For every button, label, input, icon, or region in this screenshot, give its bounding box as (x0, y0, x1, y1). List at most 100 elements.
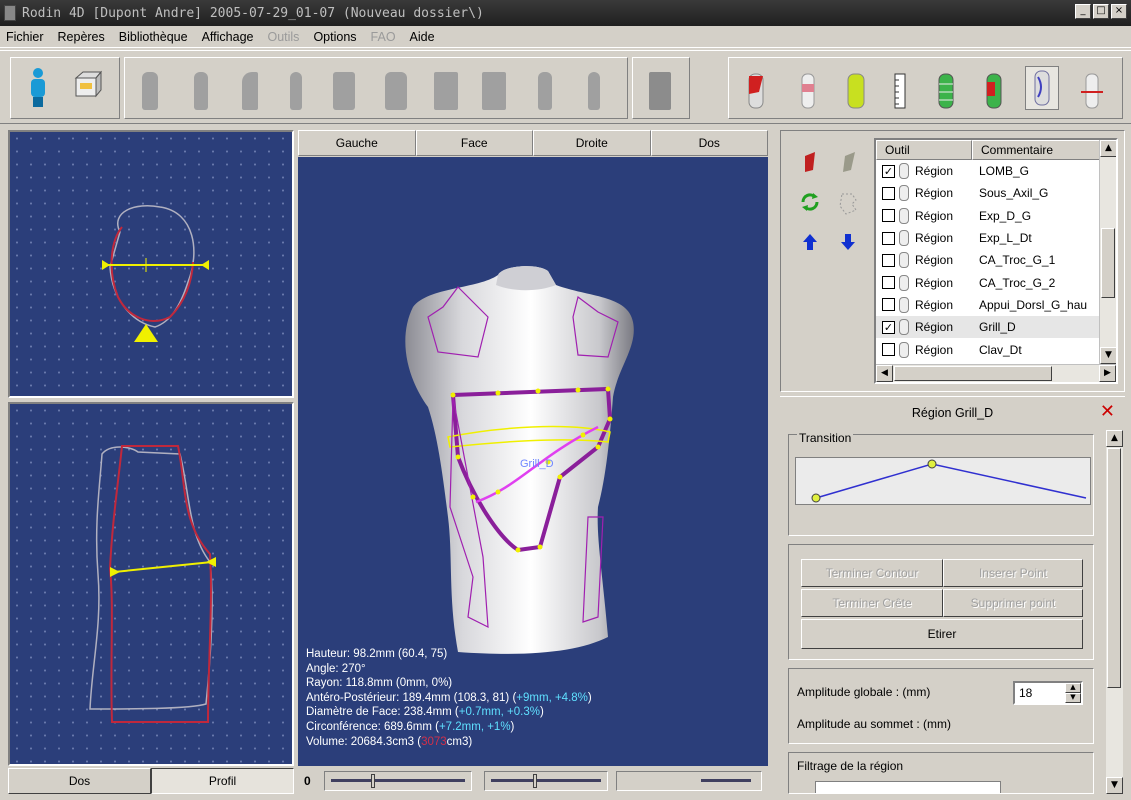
list-item-selected[interactable]: ✓ Région Grill_D (876, 316, 1116, 339)
scroll-right-icon[interactable]: ▶ (1099, 365, 1116, 382)
menu-fichier[interactable]: Fichier (6, 30, 44, 44)
minimize-button[interactable]: _ (1075, 4, 1091, 19)
slider-2[interactable] (484, 771, 608, 791)
scroll-down-icon[interactable]: ▼ (1100, 347, 1116, 364)
scroll-left-icon[interactable]: ◀ (876, 365, 893, 382)
transition-point[interactable] (927, 459, 937, 469)
close-button[interactable]: × (1111, 4, 1127, 19)
measurement-antero-posterieur: Antéro-Postérieur: 189.4mm (108.3, 81) (… (306, 691, 592, 704)
menu-fao[interactable]: FAO (371, 30, 396, 44)
torso-shape-6-icon[interactable] (383, 72, 409, 110)
gray-region-tool-icon[interactable] (836, 150, 860, 174)
list-item[interactable]: Région CA_Troc_G_1 (876, 249, 1116, 271)
torso-shape-9-icon[interactable] (533, 72, 559, 110)
region-list[interactable]: Outil Commentaire ✓ Région LOMB_G Région So… (874, 138, 1118, 384)
region-cut-icon[interactable] (1079, 72, 1105, 110)
checkbox[interactable] (882, 343, 895, 357)
checkbox[interactable] (882, 253, 895, 267)
slider-3[interactable] (616, 771, 762, 791)
region-green-red-icon[interactable] (981, 72, 1007, 110)
tab-gauche[interactable]: Gauche (298, 130, 416, 156)
checkbox[interactable] (882, 186, 895, 200)
amplitude-globale-stepper[interactable]: 18 ▲ ▼ (1013, 681, 1083, 705)
checkbox[interactable] (882, 298, 895, 312)
scroll-down-icon[interactable]: ▼ (1106, 777, 1123, 794)
region-list-scrollbar[interactable]: ▲ ▼ (1099, 140, 1116, 364)
scan-box-icon[interactable] (73, 70, 103, 108)
column-outil[interactable]: Outil (876, 140, 972, 160)
region-red-icon[interactable] (743, 72, 769, 110)
list-item[interactable]: Région Clav_Dt (876, 338, 1116, 360)
tab-dos-3d[interactable]: Dos (650, 130, 768, 156)
list-item[interactable]: Région Exp_L_Dt (876, 227, 1116, 249)
3d-view[interactable]: Grill_D Hauteur: 98.2mm (60.4, 75) Angle… (298, 157, 768, 766)
supprimer-point-button[interactable]: Supprimer point (943, 589, 1083, 617)
torso-shape-7-icon[interactable] (433, 72, 459, 110)
menu-reperes[interactable]: Repères (58, 30, 105, 44)
close-region-icon[interactable]: ✕ (1100, 401, 1115, 422)
checkbox[interactable] (882, 276, 895, 290)
profile-view[interactable] (8, 402, 294, 766)
menu-outils[interactable]: Outils (267, 30, 299, 44)
checkbox[interactable] (882, 209, 895, 223)
tab-profil[interactable]: Profil (151, 768, 294, 794)
torso-shape-10-icon[interactable] (583, 72, 609, 110)
list-item[interactable]: Région CA_Troc_G_2 (876, 271, 1116, 293)
torso-shape-3-icon[interactable] (237, 72, 263, 110)
refresh-icon[interactable] (798, 190, 822, 214)
scroll-thumb[interactable] (1107, 448, 1121, 688)
list-item[interactable]: Région Exp_D_G (876, 205, 1116, 227)
top-view[interactable] (8, 130, 294, 398)
region-yellow-icon[interactable] (843, 72, 869, 110)
list-item[interactable]: Région Sous_Axil_G (876, 182, 1116, 204)
region-selected-icon[interactable] (1025, 66, 1059, 110)
transition-point[interactable] (811, 493, 821, 503)
region-green-icon[interactable] (933, 72, 959, 110)
increment-icon[interactable]: ▲ (1065, 683, 1081, 693)
checkbox[interactable]: ✓ (882, 164, 895, 178)
torso-shape-4-icon[interactable] (285, 72, 311, 110)
scroll-thumb[interactable] (1101, 228, 1115, 298)
decrement-icon[interactable]: ▼ (1065, 693, 1081, 703)
region-panel-scrollbar[interactable]: ▲ ▼ (1106, 430, 1123, 794)
hscroll-thumb[interactable] (894, 366, 1052, 381)
menu-options[interactable]: Options (313, 30, 356, 44)
terminer-crete-button[interactable]: Terminer Crête (801, 589, 943, 617)
region-list-hscrollbar[interactable]: ◀ ▶ (876, 364, 1116, 382)
patient-icon[interactable] (25, 66, 51, 107)
filtrage-select[interactable] (815, 781, 1001, 793)
tab-dos[interactable]: Dos (8, 768, 151, 794)
torso-shape-5-icon[interactable] (331, 72, 357, 110)
scroll-up-icon[interactable]: ▲ (1100, 140, 1116, 157)
torso-shape-2-icon[interactable] (189, 72, 215, 110)
amplitude-group: Amplitude globale : (mm) 18 ▲ ▼ Amplitude… (788, 668, 1094, 744)
tab-droite[interactable]: Droite (533, 130, 651, 156)
transition-curve-editor[interactable] (795, 457, 1091, 505)
main-toolbar (0, 50, 1131, 124)
tab-face[interactable]: Face (415, 130, 533, 156)
checkbox[interactable] (882, 231, 895, 245)
etirer-button[interactable]: Etirer (801, 619, 1083, 649)
move-down-icon[interactable] (836, 230, 860, 254)
menu-aide[interactable]: Aide (410, 30, 435, 44)
checkbox[interactable]: ✓ (882, 320, 895, 334)
terminer-contour-button[interactable]: Terminer Contour (801, 559, 943, 587)
column-commentaire[interactable]: Commentaire (972, 140, 1100, 160)
menu-bibliotheque[interactable]: Bibliothèque (119, 30, 188, 44)
red-region-tool-icon[interactable] (798, 150, 822, 174)
scroll-up-icon[interactable]: ▲ (1106, 430, 1123, 447)
torso-shape-1-icon[interactable] (137, 72, 163, 110)
region-pink-icon[interactable] (795, 72, 821, 110)
amplitude-globale-value[interactable]: 18 (1019, 686, 1032, 700)
inserer-point-button[interactable]: Inserer Point (943, 559, 1083, 587)
shape-outline-icon[interactable] (836, 190, 860, 215)
move-up-icon[interactable] (798, 230, 822, 254)
list-item[interactable]: ✓ Région LOMB_G (876, 160, 1116, 182)
slider-1[interactable] (324, 771, 472, 791)
torso-shape-8-icon[interactable] (481, 72, 507, 110)
maximize-button[interactable]: □ (1093, 4, 1109, 19)
menu-affichage[interactable]: Affichage (202, 30, 254, 44)
torso-export-icon[interactable] (647, 72, 673, 110)
list-item[interactable]: Région Appui_Dorsl_G_hau (876, 294, 1116, 316)
ruler-icon[interactable] (887, 72, 913, 110)
